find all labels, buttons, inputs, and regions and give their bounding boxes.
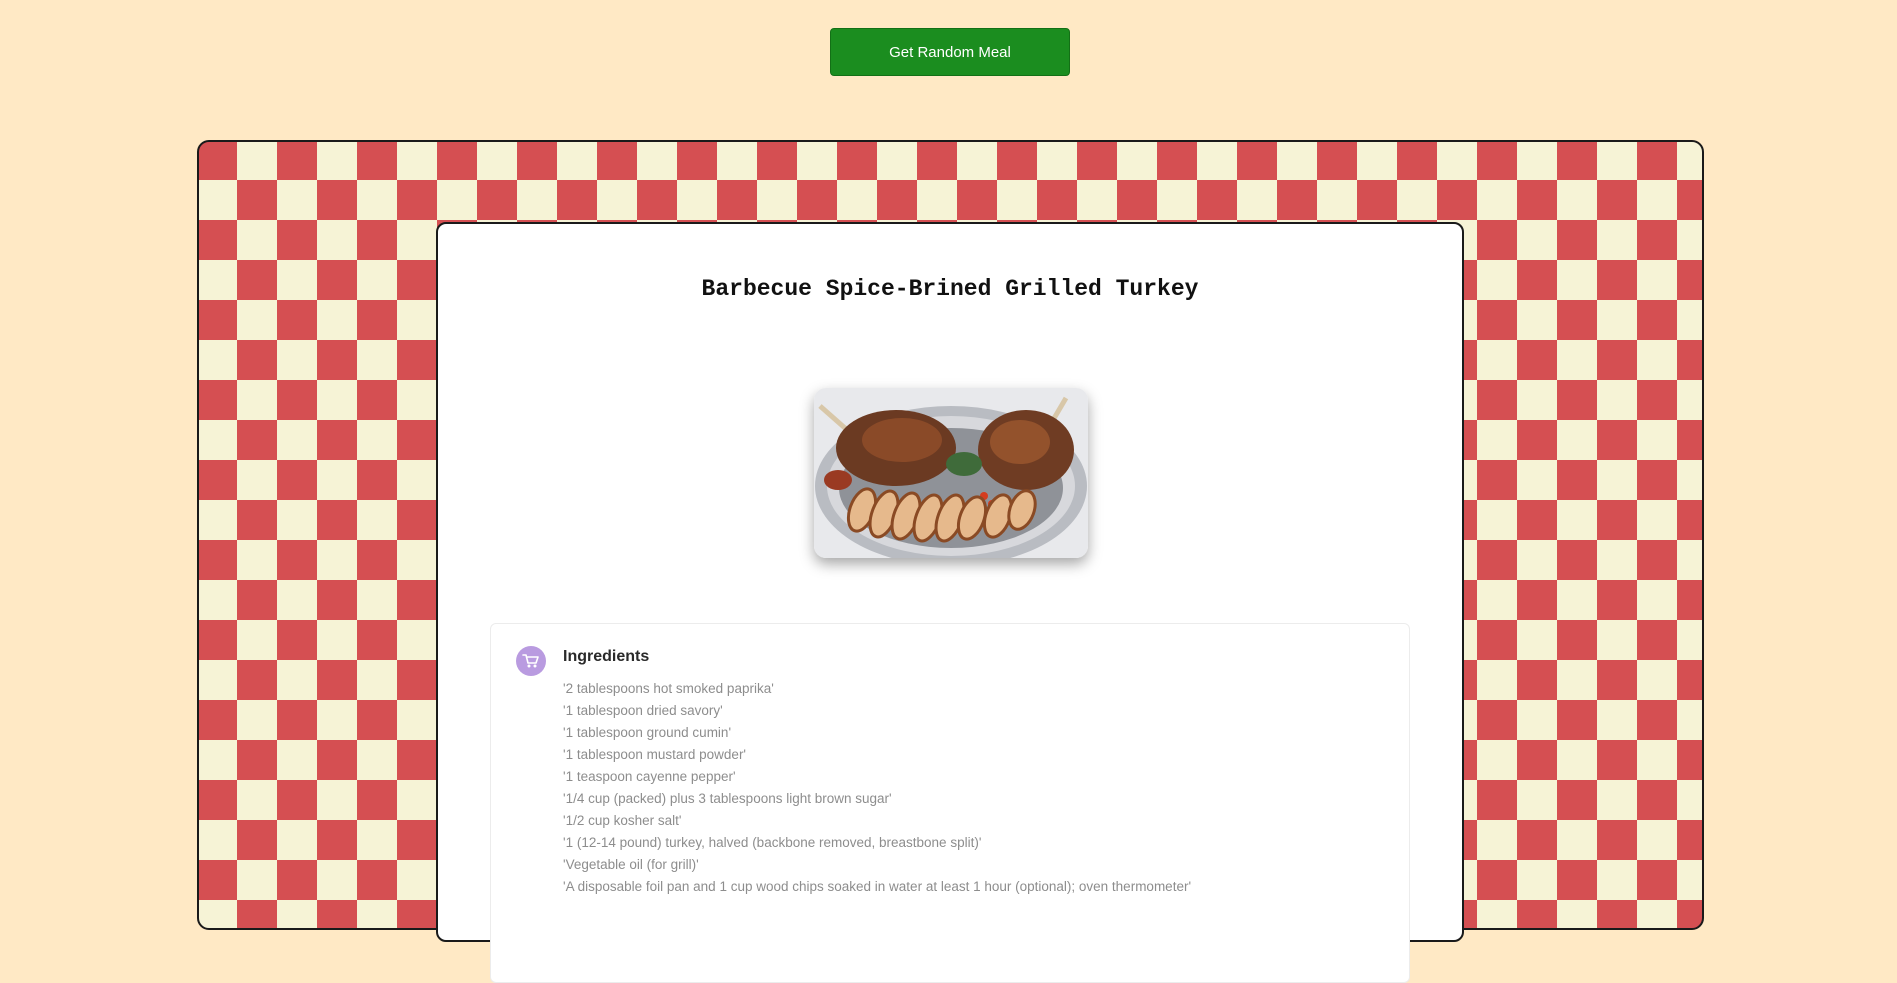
ingredient-item: '1 teaspoon cayenne pepper' [563, 769, 736, 784]
meal-card: Barbecue Spice-Brined Grilled Turkey Ing… [436, 222, 1464, 983]
get-random-meal-button[interactable]: Get Random Meal [830, 28, 1070, 76]
ingredient-item: 'Vegetable oil (for grill)' [563, 857, 699, 872]
shopping-cart-icon [516, 646, 546, 676]
meal-title: Barbecue Spice-Brined Grilled Turkey [701, 276, 1199, 302]
ingredient-list: '2 tablespoons hot smoked paprika' '1 ta… [563, 678, 1191, 898]
ingredient-item: '1 tablespoon ground cumin' [563, 725, 732, 740]
ingredient-item: '1/4 cup (packed) plus 3 tablespoons lig… [563, 791, 892, 806]
ingredient-item: 'A disposable foil pan and 1 cup wood ch… [563, 879, 1192, 894]
meal-image [814, 388, 1088, 558]
ingredient-item: '1 (12-14 pound) turkey, halved (backbon… [563, 835, 982, 850]
ingredient-item: '1 tablespoon dried savory' [563, 703, 723, 718]
ingredient-item: '1/2 cup kosher salt' [563, 813, 682, 828]
ingredient-item: '1 tablespoon mustard powder' [563, 747, 747, 762]
top-bar: Get Random Meal [0, 0, 1897, 100]
ingredients-heading: Ingredients [563, 648, 650, 665]
ingredient-item: '2 tablespoons hot smoked paprika' [563, 681, 774, 696]
ingredients-panel: Ingredients '2 tablespoons hot smoked pa… [490, 623, 1410, 983]
